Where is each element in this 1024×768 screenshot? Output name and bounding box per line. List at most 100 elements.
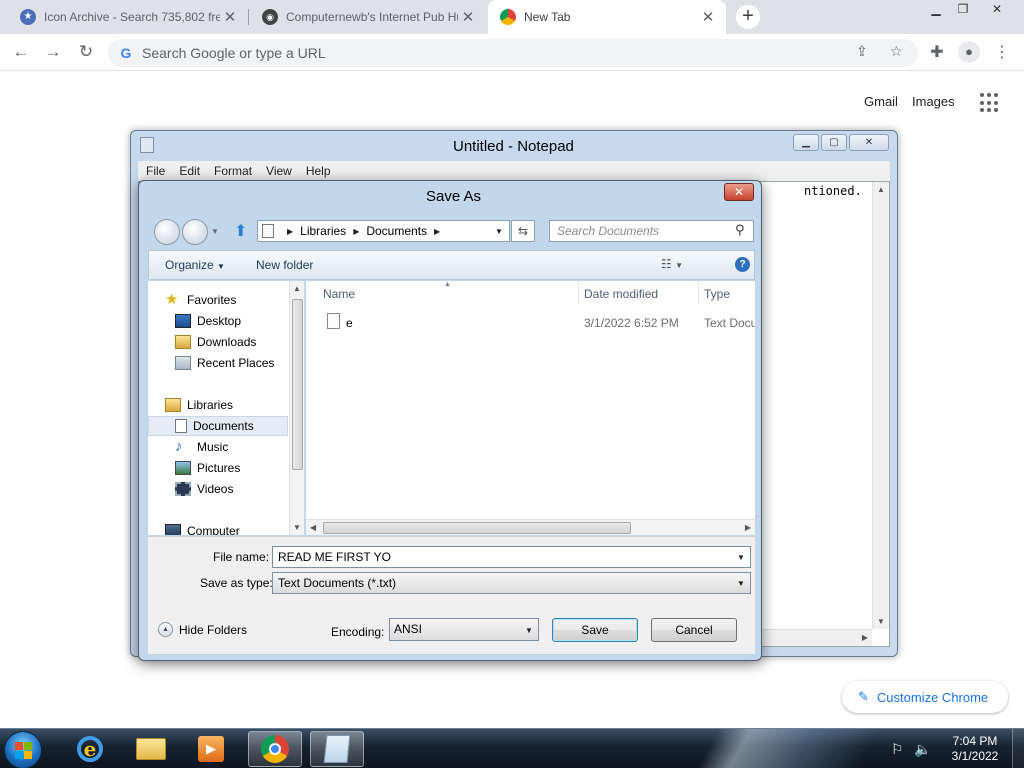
customize-chrome-button[interactable]: ✎ Customize Chrome	[842, 681, 1008, 713]
notepad-minimize-icon[interactable]: ▁	[793, 134, 819, 151]
nav-desktop[interactable]: Desktop	[175, 311, 302, 331]
back-icon[interactable]: ←	[10, 42, 32, 64]
forward-icon[interactable]: →	[42, 42, 64, 64]
column-divider[interactable]	[698, 281, 699, 305]
breadcrumb-documents[interactable]: Documents	[366, 224, 427, 238]
column-header-name[interactable]: Name	[323, 287, 355, 301]
file-list-horizontal-scrollbar[interactable]: ◀ ▶	[306, 519, 755, 535]
hide-folders-button[interactable]: ▲ Hide Folders	[158, 622, 247, 637]
chevron-down-icon[interactable]: ▼	[737, 579, 745, 588]
restore-icon[interactable]: ❐	[948, 0, 978, 18]
start-button[interactable]	[4, 731, 42, 768]
profile-avatar-icon[interactable]: ●	[958, 41, 980, 63]
images-link[interactable]: Images	[912, 94, 955, 109]
scrollbar-thumb[interactable]	[292, 299, 303, 470]
menu-file[interactable]: File	[146, 161, 165, 181]
scroll-left-icon[interactable]: ◀	[310, 523, 316, 532]
nav-computer[interactable]: Computer	[165, 521, 302, 535]
volume-icon[interactable]: 🔈	[914, 741, 931, 758]
dialog-close-button[interactable]: ✕	[724, 183, 754, 201]
notepad-vertical-scrollbar[interactable]: ▲ ▼	[872, 182, 889, 629]
nav-music[interactable]: ♪ Music	[175, 437, 302, 457]
notepad-close-icon[interactable]: ✕	[849, 134, 889, 151]
file-name-input[interactable]: READ ME FIRST YO	[272, 546, 751, 568]
tab-icon-archive[interactable]: ★ Icon Archive - Search 735,802 free ✕	[8, 0, 248, 34]
tab-computernewb[interactable]: ◉ Computernewb's Internet Pub Hub ✕	[250, 0, 486, 34]
chevron-down-icon[interactable]: ▼	[737, 553, 745, 562]
reload-icon[interactable]: ↻	[75, 42, 97, 64]
menu-view[interactable]: View	[266, 161, 292, 181]
organize-button[interactable]: Organize ▼	[165, 258, 225, 272]
omnibox[interactable]: G Search Google or type a URL ⇪ ☆	[108, 39, 918, 67]
scroll-up-icon[interactable]: ▲	[293, 284, 301, 293]
menu-help[interactable]: Help	[306, 161, 331, 181]
omnibox-placeholder: Search Google or type a URL	[142, 45, 326, 61]
close-tab-icon[interactable]: ✕	[220, 8, 240, 26]
taskbar-file-explorer[interactable]	[124, 731, 178, 767]
nav-videos[interactable]: Videos	[175, 479, 302, 499]
new-folder-button[interactable]: New folder	[256, 258, 313, 272]
column-header-type[interactable]: Type	[704, 287, 730, 301]
google-apps-icon[interactable]	[980, 93, 1000, 113]
close-window-icon[interactable]: ✕	[982, 0, 1012, 18]
taskbar-internet-explorer[interactable]: e	[63, 731, 117, 767]
scroll-up-icon[interactable]: ▲	[877, 185, 885, 194]
scroll-down-icon[interactable]: ▼	[293, 523, 301, 532]
nav-downloads[interactable]: Downloads	[175, 332, 302, 352]
dialog-title: Save As	[426, 188, 482, 205]
navigation-scrollbar[interactable]: ▲ ▼	[289, 281, 304, 535]
nav-pictures[interactable]: Pictures	[175, 458, 302, 478]
show-desktop-button[interactable]	[1012, 729, 1024, 768]
chrome-menu-icon[interactable]: ⋮	[991, 42, 1013, 62]
nav-libraries[interactable]: Libraries	[165, 395, 302, 415]
nav-label: Videos	[197, 482, 234, 496]
address-breadcrumb[interactable]: ▶ Libraries ▶ Documents ▶	[257, 220, 510, 242]
search-documents-input[interactable]: Search Documents	[549, 220, 754, 242]
breadcrumb-arrow-icon[interactable]: ▶	[434, 227, 440, 236]
notepad-maximize-icon[interactable]: ▢	[821, 134, 847, 151]
nav-documents[interactable]: Documents	[148, 416, 288, 436]
scroll-right-icon[interactable]: ▶	[862, 633, 868, 642]
address-dropdown-icon[interactable]: ▼	[495, 227, 503, 236]
cancel-button[interactable]: Cancel	[651, 618, 737, 642]
minimize-icon[interactable]: ▁	[921, 0, 951, 18]
network-icon[interactable]: ⚐	[891, 741, 904, 758]
scrollbar-thumb[interactable]	[323, 522, 631, 534]
close-tab-icon[interactable]: ✕	[458, 8, 478, 26]
refresh-icon[interactable]: ⇆	[511, 220, 535, 242]
gmail-link[interactable]: Gmail	[864, 94, 898, 109]
scroll-down-icon[interactable]: ▼	[877, 617, 885, 626]
breadcrumb-libraries[interactable]: Libraries	[300, 224, 346, 238]
taskbar-chrome[interactable]	[248, 731, 302, 767]
share-icon[interactable]: ⇪	[856, 43, 868, 60]
taskbar-clock[interactable]: 7:04 PM 3/1/2022	[945, 734, 1005, 764]
taskbar-notepad[interactable]	[310, 731, 364, 767]
new-tab-button[interactable]: +	[736, 5, 760, 29]
column-divider[interactable]	[578, 281, 579, 305]
close-tab-icon[interactable]: ✕	[698, 8, 718, 26]
forward-button[interactable]	[182, 219, 208, 245]
nav-recent-places[interactable]: Recent Places	[175, 353, 302, 373]
scroll-right-icon[interactable]: ▶	[745, 523, 751, 532]
save-as-type-select[interactable]: Text Documents (*.txt)	[272, 572, 751, 594]
recent-locations-icon[interactable]: ▼	[211, 227, 219, 236]
breadcrumb-arrow-icon[interactable]: ▶	[353, 227, 359, 236]
up-arrow-icon[interactable]: ⬆	[234, 221, 247, 241]
change-view-icon[interactable]: ☷ ▼	[661, 257, 683, 271]
breadcrumb-arrow-icon[interactable]: ▶	[287, 227, 293, 236]
bookmark-star-icon[interactable]: ☆	[890, 43, 903, 60]
encoding-select[interactable]: ANSI	[389, 618, 539, 641]
tab-new-tab[interactable]: New Tab ✕	[488, 0, 726, 34]
menu-edit[interactable]: Edit	[179, 161, 200, 181]
menu-format[interactable]: Format	[214, 161, 252, 181]
extensions-puzzle-icon[interactable]: ✚	[926, 42, 948, 62]
column-header-date-modified[interactable]: Date modified	[584, 287, 658, 301]
nav-favorites[interactable]: ★ Favorites	[165, 290, 302, 310]
taskbar-media-player[interactable]: ▶	[184, 731, 238, 767]
back-button[interactable]	[154, 219, 180, 245]
search-icon[interactable]: ⚲	[735, 222, 745, 238]
music-note-icon: ♪	[175, 438, 183, 455]
help-icon[interactable]: ?	[735, 257, 750, 272]
save-button[interactable]: Save	[552, 618, 638, 642]
chevron-down-icon[interactable]: ▼	[525, 626, 533, 635]
